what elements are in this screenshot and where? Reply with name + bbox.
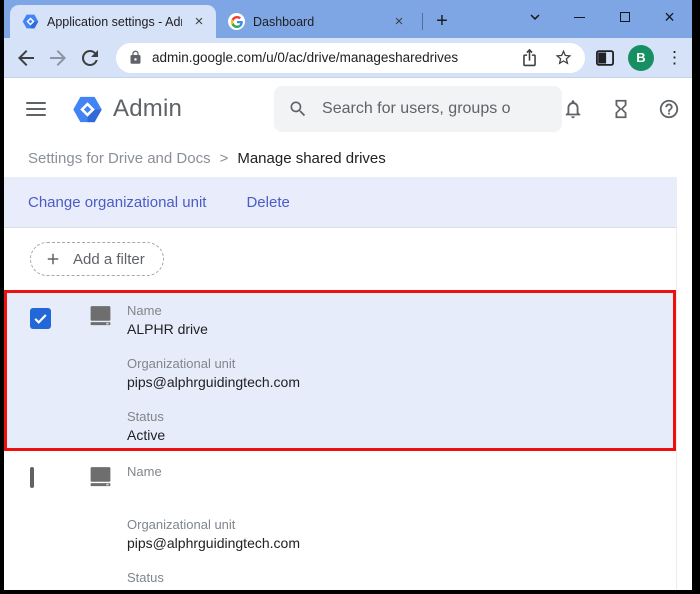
scrollbar-track[interactable] [676, 177, 692, 590]
row-fields: Name ALPHR drive Organizational unit pip… [127, 303, 300, 448]
address-bar[interactable]: admin.google.com/u/0/ac/drive/manageshar… [116, 42, 585, 73]
row-fields: Name Organizational unit pips@alphrguidi… [127, 464, 300, 590]
organizational-unit-field: Organizational unit pips@alphrguidingtec… [127, 356, 300, 391]
tab-dashboard[interactable]: Dashboard × [216, 5, 416, 38]
browser-menu-icon[interactable]: ⋮ [666, 48, 683, 68]
admin-favicon-icon [22, 13, 39, 30]
share-icon[interactable] [520, 48, 539, 67]
lock-icon [128, 50, 143, 65]
drive-icon-column [88, 303, 127, 448]
forward-icon[interactable] [46, 46, 70, 70]
add-filter-label: Add a filter [73, 250, 145, 268]
status-value [127, 588, 300, 590]
shared-drive-icon [90, 467, 111, 487]
reload-icon[interactable] [78, 46, 102, 70]
shared-drive-row[interactable]: Name ALPHR drive Organizational unit pip… [4, 290, 676, 451]
search-placeholder: Search for users, groups o [322, 100, 511, 117]
tab-close-icon[interactable]: × [190, 13, 208, 31]
delete-button[interactable]: Delete [246, 194, 289, 211]
tab-separator [422, 13, 423, 30]
minimize-button[interactable] [557, 0, 602, 34]
tab-close-icon[interactable]: × [390, 13, 408, 31]
breadcrumb-current: Manage shared drives [237, 150, 386, 167]
search-input[interactable]: Search for users, groups o [274, 86, 563, 132]
bookmark-star-icon[interactable] [554, 48, 573, 67]
status-field: Status Active [127, 409, 300, 444]
name-label: Name [127, 303, 162, 318]
profile-avatar[interactable]: B [628, 44, 654, 71]
side-panel-icon[interactable] [594, 47, 616, 69]
name-value: ALPHR drive [127, 321, 208, 337]
chrome-menu-chevron-icon[interactable] [512, 0, 557, 34]
tab-title: Application settings - Admin [47, 14, 182, 29]
browser-toolbar: admin.google.com/u/0/ac/drive/manageshar… [4, 38, 692, 78]
brand-name: Admin [113, 95, 183, 122]
tab-strip: Application settings - Admin × Dashboard… [4, 0, 692, 38]
check-icon [34, 314, 47, 324]
breadcrumb-separator: > [219, 150, 229, 167]
shared-drive-row[interactable]: Name Organizational unit pips@alphrguidi… [4, 451, 676, 590]
window-frame: Application settings - Admin × Dashboard… [0, 0, 700, 594]
new-tab-button[interactable]: + [429, 8, 455, 34]
close-window-button[interactable]: × [647, 0, 692, 34]
selection-action-bar: Change organizational unit Delete [4, 177, 676, 227]
row-checkbox-unchecked[interactable] [30, 467, 34, 488]
name-field: Name ALPHR drive [127, 303, 300, 338]
admin-header: Admin Search for users, groups o [4, 78, 692, 140]
header-icons [562, 98, 680, 120]
back-icon[interactable] [14, 46, 38, 70]
status-field: Status [127, 570, 300, 590]
organizational-unit-label: Organizational unit [127, 517, 236, 532]
tab-title: Dashboard [253, 14, 315, 29]
breadcrumb: Settings for Drive and Docs > Manage sha… [4, 140, 692, 177]
tasks-hourglass-icon[interactable] [610, 98, 632, 120]
name-value [127, 482, 300, 499]
add-filter-button[interactable]: Add a filter [30, 242, 164, 276]
search-icon [290, 101, 306, 117]
url-text: admin.google.com/u/0/ac/drive/manageshar… [152, 50, 459, 65]
checkbox-column [30, 303, 88, 448]
browser-window: Application settings - Admin × Dashboard… [4, 0, 692, 590]
status-label: Status [127, 570, 164, 585]
tab-admin-settings[interactable]: Application settings - Admin × [10, 5, 216, 38]
admin-logo-icon [72, 94, 103, 125]
google-favicon-icon [228, 13, 245, 30]
notifications-bell-icon[interactable] [562, 98, 584, 120]
name-field: Name [127, 464, 300, 499]
breadcrumb-parent[interactable]: Settings for Drive and Docs [28, 150, 211, 167]
checkbox-column [30, 464, 88, 590]
drive-icon-column [88, 464, 127, 590]
change-organizational-unit-button[interactable]: Change organizational unit [28, 194, 206, 211]
organizational-unit-value: pips@alphrguidingtech.com [127, 535, 300, 551]
status-label: Status [127, 409, 164, 424]
organizational-unit-label: Organizational unit [127, 356, 236, 371]
row-checkbox-checked[interactable] [30, 308, 51, 329]
shared-drive-icon [90, 306, 111, 326]
help-icon[interactable] [658, 98, 680, 120]
toolbar-right: B ⋮ [594, 44, 683, 71]
main-menu-icon[interactable] [26, 102, 46, 116]
status-value: Active [127, 427, 166, 443]
plus-icon [47, 253, 59, 265]
filter-bar: Add a filter [4, 228, 692, 290]
maximize-button[interactable] [602, 0, 647, 34]
organizational-unit-value: pips@alphrguidingtech.com [127, 374, 300, 390]
window-controls: × [512, 0, 692, 38]
name-label: Name [127, 464, 162, 479]
organizational-unit-field: Organizational unit pips@alphrguidingtec… [127, 517, 300, 552]
